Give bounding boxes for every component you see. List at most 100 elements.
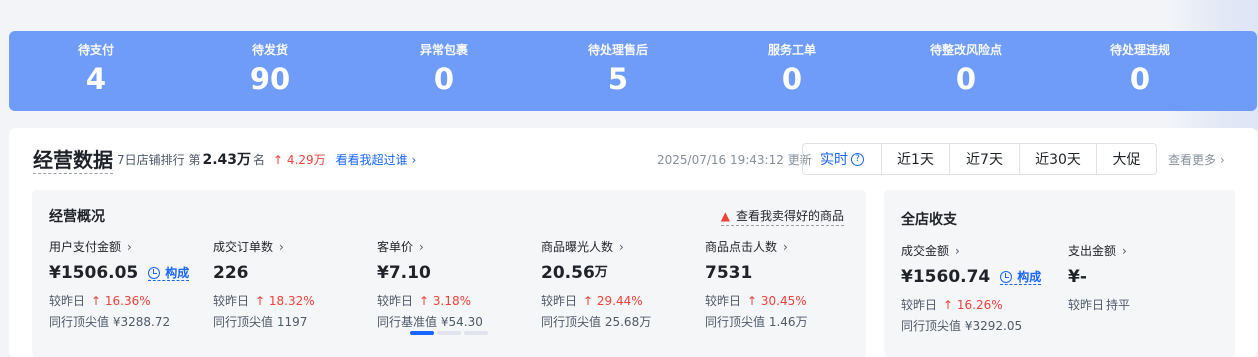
stat-label: 异常包裹 (419, 43, 468, 57)
metric-label: 商品点击人数 (705, 240, 778, 254)
clock-icon (1000, 270, 1013, 283)
page-title: 经营数据 (33, 148, 113, 174)
metric-user-payment: 用户支付金额 › ¥1506.05 构成 较昨日 ↑ 16.36% 同行顶尖值 ¥3… (49, 239, 209, 330)
tab-realtime[interactable]: 实时 ? (803, 144, 882, 174)
metric-peer: 同行顶尖值 25.68万 (541, 314, 701, 330)
metric-value-row: 20.56 万 (541, 262, 701, 284)
delta-label: 较昨日 (705, 294, 742, 308)
metric-label-link[interactable]: 成交订单数 › (213, 239, 373, 255)
tab-label: 实时 (820, 152, 848, 168)
chevron-right-icon: › (411, 153, 417, 167)
stat-risk-points[interactable]: 待整改风险点 0 (879, 31, 1053, 111)
tab-30days[interactable]: 近30天 (1020, 144, 1097, 174)
best-sellers-label: 查看我卖得好的商品 (735, 209, 844, 223)
tab-1day[interactable]: 近1天 (882, 144, 950, 174)
business-data-card: 经营数据 7日店铺排行 第 2.43万 名 ↑ 4.29万 看看我超过谁 › 2… (9, 128, 1257, 357)
metric-label: 商品曝光人数 (541, 240, 614, 254)
tab-7days[interactable]: 近7天 (950, 144, 1020, 174)
chevron-right-icon: › (127, 240, 132, 254)
shop-rank: 7日店铺排行 第 2.43万 名 ↑ 4.29万 看看我超过谁 › (117, 150, 416, 170)
tab-label: 近7天 (966, 152, 1003, 168)
metric-label: 成交订单数 (213, 240, 274, 254)
compose-label: 构成 (165, 265, 190, 280)
metric-value-row: 226 (213, 262, 373, 284)
compose-button[interactable]: 构成 (148, 265, 190, 281)
chevron-right-icon: › (419, 240, 424, 254)
compose-button[interactable]: 构成 (1000, 270, 1042, 285)
delta-label: 较昨日 (377, 294, 414, 308)
metric-peer: 同行顶尖值 ¥3292.05 (901, 318, 1061, 334)
metric-delta: 较昨日 ↑ 30.45% (705, 293, 865, 309)
delta-label: 较昨日 (541, 294, 578, 308)
pagination-dot[interactable] (464, 331, 488, 335)
rank-suffix: 名 (253, 153, 266, 167)
peer-label: 同行顶尖值 (705, 315, 766, 329)
metric-delta: 较昨日 ↑ 3.18% (377, 293, 537, 309)
tab-promotion[interactable]: 大促 (1097, 144, 1156, 174)
stat-service-ticket[interactable]: 服务工单 0 (705, 31, 879, 111)
peer-value: ¥54.30 (440, 315, 483, 329)
metric-label: 支出金额 (1068, 244, 1117, 258)
delta-value: ↑ 16.36% (91, 294, 151, 308)
delta-value: 持平 (1106, 298, 1131, 312)
overview-title: 经营概况 (49, 209, 105, 225)
metric-delta: 较昨日 ↑ 29.44% (541, 293, 701, 309)
metric-unit: 万 (594, 265, 608, 280)
metric-delta: 较昨日 ↑ 16.26% (901, 297, 1061, 313)
metric-delta: 较昨日 ↑ 18.32% (213, 293, 373, 309)
rank-compare-label: 看看我超过谁 (335, 153, 408, 167)
stat-pending-aftersale[interactable]: 待处理售后 5 (531, 31, 705, 111)
view-more-label: 查看更多 (1168, 153, 1217, 167)
rank-compare-link[interactable]: 看看我超过谁 › (336, 150, 417, 170)
metric-value: 7531 (705, 263, 753, 283)
metric-avg-order-price: 客单价 › ¥7.10 较昨日 ↑ 3.18% 同行基准值 ¥54.30 (377, 239, 537, 330)
delta-value: ↑ 18.32% (255, 294, 315, 308)
stat-value: 4 (85, 62, 107, 96)
overview-panel: 经营概况 ▲ 查看我卖得好的商品 用户支付金额 › ¥1506.05 构成 较昨日… (32, 190, 866, 357)
stat-value: 0 (955, 62, 977, 96)
metric-value-row: ¥7.10 (377, 262, 537, 284)
metric-label-link[interactable]: 支出金额 › (1068, 243, 1228, 259)
peer-label: 同行顶尖值 (213, 315, 274, 329)
pagination-dot[interactable] (410, 331, 434, 335)
update-time: 2025/07/16 19:43:12 更新 (657, 153, 812, 167)
stat-pending-shipment[interactable]: 待发货 90 (183, 31, 357, 111)
chevron-right-icon: › (1219, 153, 1225, 167)
stat-label: 待整改风险点 (929, 43, 1002, 57)
delta-label: 较昨日 (213, 294, 250, 308)
metric-label: 用户支付金额 (49, 240, 122, 254)
tab-label: 大促 (1112, 152, 1141, 168)
stat-label: 待处理违规 (1109, 43, 1170, 57)
metric-label-link[interactable]: 成交金额 › (901, 243, 1061, 259)
income-panel: 全店收支 成交金额 › ¥1560.74 构成 较昨日 ↑ 16.26% 同行顶尖值… (884, 190, 1235, 357)
metric-label-link[interactable]: 用户支付金额 › (49, 239, 209, 255)
metric-label-link[interactable]: 商品曝光人数 › (541, 239, 701, 255)
tab-label: 近30天 (1035, 152, 1081, 168)
metric-product-clicks: 商品点击人数 › 7531 较昨日 ↑ 30.45% 同行顶尖值 1.46万 (705, 239, 865, 330)
income-title: 全店收支 (901, 212, 957, 228)
metric-transaction-amount: 成交金额 › ¥1560.74 构成 较昨日 ↑ 16.26% 同行顶尖值 ¥329… (901, 243, 1061, 334)
metric-peer: 同行顶尖值 1197 (213, 314, 373, 330)
best-sellers-link[interactable]: ▲ 查看我卖得好的商品 (720, 207, 844, 226)
metric-peer: 同行基准值 ¥54.30 (377, 314, 537, 330)
metric-label-link[interactable]: 客单价 › (377, 239, 537, 255)
metric-label-link[interactable]: 商品点击人数 › (705, 239, 865, 255)
peer-label: 同行基准值 (377, 315, 438, 329)
view-more-link[interactable]: 查看更多 › (1168, 152, 1225, 168)
peer-label: 同行顶尖值 (49, 315, 110, 329)
chevron-right-icon: › (279, 240, 284, 254)
carousel-pagination (410, 331, 491, 335)
delta-value: ↑ 29.44% (583, 294, 643, 308)
delta-value: ↑ 30.45% (747, 294, 807, 308)
metric-peer: 同行顶尖值 1.46万 (705, 314, 865, 330)
tab-label: 近1天 (897, 152, 934, 168)
peer-value: 1.46万 (768, 315, 808, 329)
metric-value: ¥1506.05 (49, 263, 139, 283)
stat-abnormal-package[interactable]: 异常包裹 0 (357, 31, 531, 111)
stat-pending-payment[interactable]: 待支付 4 (9, 31, 183, 111)
stat-pending-violation[interactable]: 待处理违规 0 (1053, 31, 1227, 111)
delta-value: ↑ 16.26% (943, 298, 1003, 312)
pagination-dot[interactable] (437, 331, 461, 335)
help-icon[interactable]: ? (851, 152, 864, 166)
metric-value: ¥7.10 (377, 263, 431, 283)
